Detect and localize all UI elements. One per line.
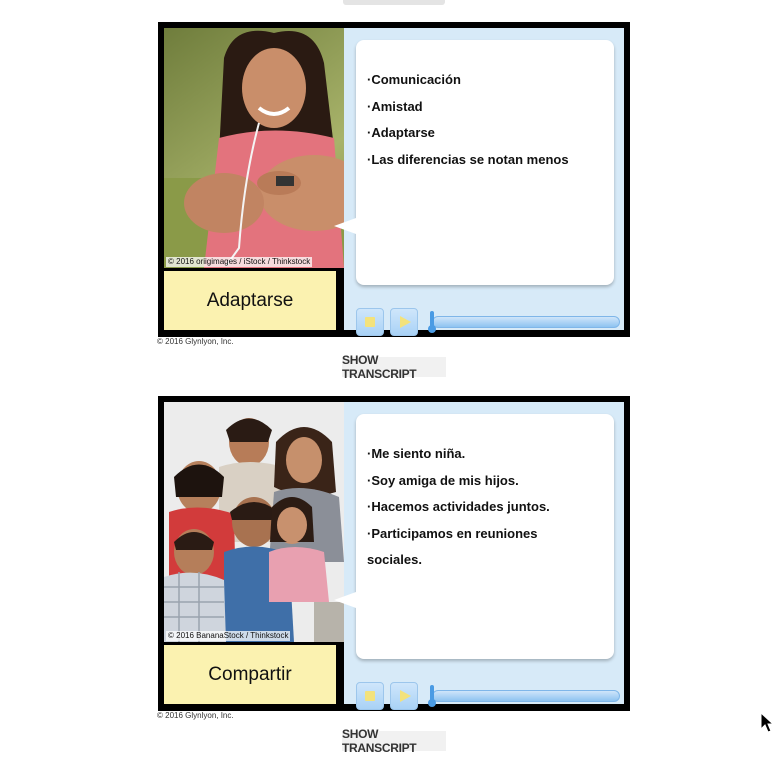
bullet-item: ·Participamos en reuniones sociales.: [367, 525, 538, 568]
audio-progress-track[interactable]: [428, 311, 620, 333]
bullet-list: ·Comunicación ·Amistad ·Adaptarse ·Las d…: [356, 40, 614, 173]
vocabulary-label: Compartir: [164, 645, 336, 704]
bullet-item: ·Amistad: [367, 98, 423, 114]
audio-controls: [354, 682, 622, 712]
bullet-list: ·Me siento niña. ·Soy amiga de mis hijos…: [356, 414, 614, 574]
thumb-knob: [428, 699, 436, 707]
bullet-item: ·Soy amiga de mis hijos.: [367, 472, 519, 488]
bullet-item: ·Las diferencias se notan menos: [367, 151, 569, 167]
audio-progress-track[interactable]: [428, 685, 620, 707]
speech-panel: ·Comunicación ·Amistad ·Adaptarse ·Las d…: [334, 28, 624, 336]
bullet-item: ·Me siento niña.: [367, 446, 466, 461]
audio-progress-thumb[interactable]: [428, 311, 436, 335]
play-icon: [400, 690, 411, 702]
lesson-page: © 2016 oriigimages / iStock / Thinkstock…: [0, 0, 784, 768]
audio-card-compartir: © 2016 BananaStock / Thinkstock Comparti…: [158, 396, 630, 711]
bullet-item: ·Adaptarse: [367, 125, 435, 140]
audio-card-adaptarse: © 2016 oriigimages / iStock / Thinkstock…: [158, 22, 630, 337]
photo-credit: © 2016 oriigimages / iStock / Thinkstock: [166, 257, 313, 267]
bullet-item: ·Hacemos actividades juntos.: [367, 499, 550, 514]
previous-transcript-button-edge[interactable]: [343, 0, 445, 5]
copyright-text: © 2016 Glynlyon, Inc.: [157, 711, 234, 720]
speech-bubble: ·Me siento niña. ·Soy amiga de mis hijos…: [334, 414, 614, 659]
stop-button[interactable]: [356, 308, 384, 336]
stop-icon: [365, 691, 375, 701]
speech-bubble-tail: [334, 592, 356, 608]
photo-credit: © 2016 BananaStock / Thinkstock: [166, 631, 291, 641]
play-icon: [400, 316, 411, 328]
speech-panel: ·Me siento niña. ·Soy amiga de mis hijos…: [334, 402, 624, 710]
audio-progress-thumb[interactable]: [428, 685, 436, 709]
vocabulary-label: Adaptarse: [164, 271, 336, 330]
show-transcript-button[interactable]: SHOW TRANSCRIPT: [342, 353, 446, 381]
audio-controls: [354, 308, 622, 338]
play-button[interactable]: [390, 682, 418, 710]
stop-button[interactable]: [356, 682, 384, 710]
mouse-pointer-icon: [760, 712, 774, 733]
play-button[interactable]: [390, 308, 418, 336]
speech-bubble-tail: [334, 218, 356, 234]
copyright-text: © 2016 Glynlyon, Inc.: [157, 337, 234, 346]
show-transcript-button[interactable]: SHOW TRANSCRIPT: [342, 727, 446, 755]
thumb-knob: [428, 325, 436, 333]
bullet-item: ·Comunicación: [367, 72, 461, 87]
speech-bubble: ·Comunicación ·Amistad ·Adaptarse ·Las d…: [334, 40, 614, 285]
stop-icon: [365, 317, 375, 327]
